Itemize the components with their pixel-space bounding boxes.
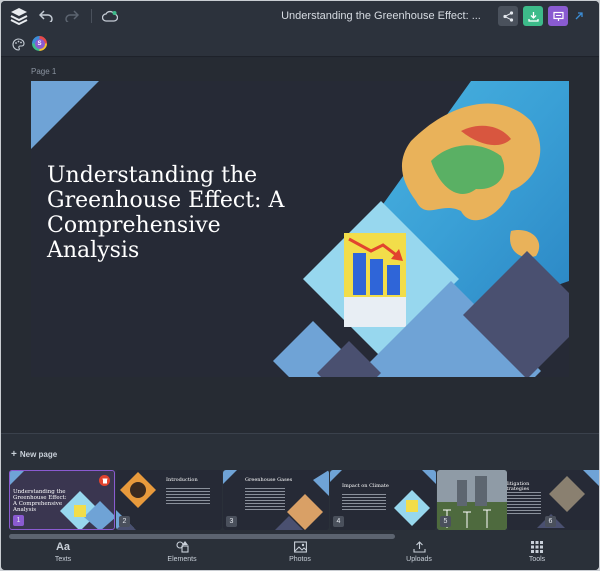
secondary-toolbar: S: [1, 31, 599, 57]
slide-canvas[interactable]: Understanding the Greenhouse Effect: A C…: [31, 81, 569, 377]
top-left-diamond: [31, 81, 99, 149]
thumbnail-title: Understanding the Greenhouse Effect: A C…: [13, 489, 67, 513]
shapes-icon: [175, 541, 189, 553]
toolbar-divider: [91, 9, 92, 23]
page-thumbnail-2[interactable]: Introduction 2: [116, 470, 222, 530]
page-number: 2: [119, 516, 130, 527]
thumbnail-title: Introduction: [166, 477, 198, 483]
upload-icon: [412, 541, 426, 553]
page-thumbnail-4[interactable]: Impact on Climate 4: [330, 470, 436, 530]
new-page-button[interactable]: + New page: [11, 449, 57, 460]
palette-icon[interactable]: [10, 36, 26, 52]
text-icon: Aa: [55, 541, 71, 553]
present-icon: [552, 11, 564, 21]
page-thumbnail-6[interactable]: Mitigation Strategies 6: [507, 470, 599, 530]
slide-title[interactable]: Understanding the Greenhouse Effect: A C…: [47, 163, 317, 263]
redo-icon[interactable]: [63, 7, 81, 25]
avatar-letter: S: [34, 38, 45, 49]
new-page-label: New page: [19, 450, 58, 459]
page-thumbnail-1[interactable]: Understanding the Greenhouse Effect: A C…: [9, 470, 115, 530]
thumbnail-text-lines: [507, 492, 541, 514]
page-thumbnail-3[interactable]: Greenhouse Gases 3: [223, 470, 329, 530]
thumbnail-title: Greenhouse Gases: [245, 477, 293, 483]
thumbnail-text-lines: [342, 494, 386, 512]
chart-bar-2: [370, 259, 383, 295]
page-number: 1: [13, 515, 24, 526]
image-icon: [293, 541, 307, 553]
share-button[interactable]: [498, 6, 518, 26]
nav-photos[interactable]: Photos: [270, 541, 330, 563]
logo-icon[interactable]: [9, 6, 29, 26]
app-window: Understanding the Greenhouse Effect: ...…: [1, 1, 599, 570]
nav-tools[interactable]: Tools: [507, 541, 567, 563]
page-number: 5: [440, 516, 451, 527]
top-toolbar: Understanding the Greenhouse Effect: ...: [1, 1, 599, 31]
page-thumbnail-5[interactable]: 5: [437, 470, 507, 530]
page-label: Page 1: [31, 67, 57, 76]
thumbnail-title: Mitigation Strategies: [507, 481, 530, 492]
nav-uploads[interactable]: Uploads: [389, 541, 449, 563]
download-button[interactable]: [523, 6, 543, 26]
avatar[interactable]: S: [32, 36, 47, 51]
grid-icon: [531, 541, 543, 553]
nav-label: Uploads: [406, 556, 432, 563]
nav-label: Texts: [54, 556, 72, 563]
nav-texts[interactable]: Aa Texts: [33, 541, 93, 563]
nav-label: Elements: [167, 556, 197, 563]
thumbnail-text-lines: [166, 488, 210, 506]
chart-bar-1: [353, 253, 366, 295]
nav-label: Photos: [289, 556, 311, 563]
thumbnail-text-lines: [245, 488, 285, 510]
nav-label: Tools: [528, 556, 546, 563]
chart-bar-3: [387, 265, 400, 295]
thumbnail-title: Impact on Climate: [342, 483, 389, 489]
undo-icon[interactable]: [37, 7, 55, 25]
present-button[interactable]: [548, 6, 568, 26]
share-icon: [502, 10, 513, 22]
download-icon: [527, 11, 539, 22]
page-number: 6: [545, 516, 556, 527]
chart-note-base: [344, 297, 406, 327]
cloud-saved-icon[interactable]: [101, 7, 119, 25]
expand-icon[interactable]: [573, 9, 585, 23]
page-number: 4: [333, 516, 344, 527]
document-title[interactable]: Understanding the Greenhouse Effect: ...: [271, 10, 491, 22]
page-number: 3: [226, 516, 237, 527]
plus-icon: +: [11, 449, 17, 460]
nav-elements[interactable]: Elements: [152, 541, 212, 563]
delete-page-icon[interactable]: [99, 475, 110, 486]
